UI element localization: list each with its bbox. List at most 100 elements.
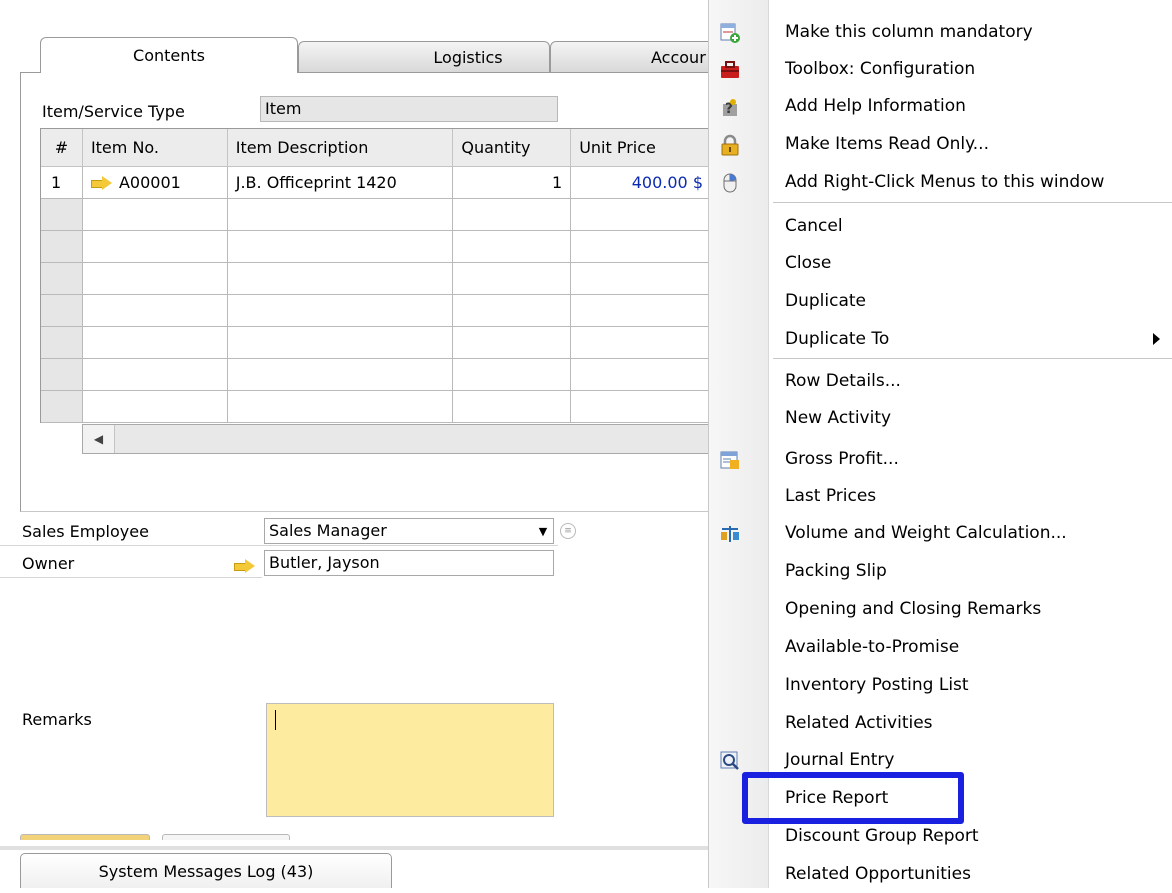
quantity-cell[interactable] [453, 391, 572, 423]
menu-item-toolbox-configuration[interactable]: Toolbox: Configuration [709, 50, 1172, 88]
quantity-cell[interactable] [453, 231, 572, 263]
list-icon[interactable]: ≡ [560, 523, 576, 539]
menu-item-journal-entry[interactable]: Journal Entry [709, 741, 1172, 779]
description-cell[interactable] [227, 391, 454, 423]
gross-profit-icon [720, 451, 739, 469]
menu-item-make-items-read-only[interactable]: Make Items Read Only... [709, 125, 1172, 163]
unit-price-cell[interactable] [571, 263, 712, 295]
sales-document-form: Contents Logistics Accour Item/Service T… [0, 0, 720, 888]
add-button-partial[interactable] [20, 834, 150, 840]
col-header-unit-price[interactable]: Unit Price [571, 129, 712, 167]
row-number [41, 359, 83, 391]
item-no-cell[interactable] [82, 295, 228, 327]
tab-logistics[interactable]: Logistics [298, 41, 550, 73]
table-row[interactable] [41, 295, 712, 327]
menu-item-label: Duplicate [785, 291, 866, 311]
link-arrow-icon[interactable] [234, 559, 256, 573]
menu-item-related-activities[interactable]: Related Activities [709, 704, 1172, 742]
remarks-label: Remarks [22, 710, 92, 729]
col-header-description[interactable]: Item Description [227, 129, 454, 167]
link-arrow-icon[interactable] [90, 175, 113, 190]
item-no-cell[interactable] [82, 359, 228, 391]
item-service-type-value: Item [265, 99, 302, 118]
unit-price-cell[interactable] [571, 327, 712, 359]
menu-item-opening-closing-remarks[interactable]: Opening and Closing Remarks [709, 590, 1172, 628]
description-cell[interactable]: J.B. Officeprint 1420 [227, 167, 454, 199]
unit-price-cell[interactable] [571, 391, 712, 423]
system-messages-log-tab[interactable]: System Messages Log (43) [20, 853, 392, 888]
menu-item-add-right-click-menus[interactable]: Add Right-Click Menus to this window [709, 163, 1172, 201]
item-no-cell[interactable] [82, 231, 228, 263]
table-row[interactable] [41, 263, 712, 295]
submenu-arrow-icon [1153, 333, 1160, 345]
item-service-type-field[interactable]: Item [260, 96, 558, 122]
quantity-cell[interactable] [453, 199, 572, 231]
row-number [41, 199, 83, 231]
description-cell[interactable] [227, 295, 454, 327]
item-no-cell[interactable] [82, 391, 228, 423]
item-no-cell[interactable] [82, 327, 228, 359]
quantity-cell[interactable] [453, 295, 572, 327]
menu-item-packing-slip[interactable]: Packing Slip [709, 552, 1172, 590]
col-header-quantity[interactable]: Quantity [453, 129, 572, 167]
unit-price-cell[interactable] [571, 231, 712, 263]
menu-item-label: Packing Slip [785, 561, 887, 581]
menu-item-available-to-promise[interactable]: Available-to-Promise [709, 628, 1172, 666]
menu-item-label: New Activity [785, 408, 892, 428]
menu-item-price-report[interactable]: Price Report [709, 779, 1172, 817]
menu-item-add-help-information[interactable]: ? Add Help Information [709, 87, 1172, 125]
col-header-item-no[interactable]: Item No. [82, 129, 228, 167]
quantity-cell[interactable] [453, 263, 572, 295]
menu-item-label: Inventory Posting List [785, 675, 969, 695]
menu-item-inventory-posting-list[interactable]: Inventory Posting List [709, 666, 1172, 704]
unit-price-cell[interactable] [571, 295, 712, 327]
menu-item-label: Volume and Weight Calculation... [785, 523, 1067, 543]
item-no-cell[interactable] [82, 199, 228, 231]
menu-item-last-prices[interactable]: Last Prices [709, 477, 1172, 515]
item-no-cell[interactable] [82, 263, 228, 295]
quantity-cell[interactable] [453, 359, 572, 391]
menu-item-label: Price Report [785, 788, 889, 808]
description-cell[interactable] [227, 231, 454, 263]
scroll-left-button[interactable]: ◀ [83, 425, 115, 453]
table-row[interactable] [41, 359, 712, 391]
menu-item-duplicate[interactable]: Duplicate [709, 282, 1172, 320]
menu-item-new-activity[interactable]: New Activity [709, 399, 1172, 437]
menu-item-discount-group-report[interactable]: Discount Group Report [709, 817, 1172, 855]
item-no-cell[interactable]: A00001 [82, 167, 228, 199]
sales-employee-select[interactable]: Sales Manager ▼ [264, 518, 554, 544]
cancel-button-partial[interactable] [162, 834, 290, 840]
unit-price-cell[interactable] [571, 199, 712, 231]
unit-price-cell[interactable] [571, 359, 712, 391]
menu-item-gross-profit[interactable]: Gross Profit... [709, 440, 1172, 478]
menu-item-related-opportunities[interactable]: Related Opportunities [709, 855, 1172, 893]
table-row[interactable] [41, 199, 712, 231]
quantity-cell[interactable]: 1 [453, 167, 572, 199]
description-cell[interactable] [227, 263, 454, 295]
menu-item-volume-weight-calculation[interactable]: Volume and Weight Calculation... [709, 514, 1172, 552]
owner-value: Butler, Jayson [269, 553, 380, 572]
menu-item-duplicate-to[interactable]: Duplicate To [709, 320, 1172, 358]
horizontal-scrollbar[interactable]: ◀ [82, 424, 712, 454]
description-cell[interactable] [227, 327, 454, 359]
menu-item-close[interactable]: Close [709, 244, 1172, 282]
menu-item-row-details[interactable]: Row Details... [709, 362, 1172, 400]
remarks-textarea[interactable] [266, 703, 554, 817]
tab-contents[interactable]: Contents [40, 37, 298, 73]
description-cell[interactable] [227, 359, 454, 391]
col-header-number[interactable]: # [41, 129, 83, 167]
table-header: # Item No. Item Description Quantity Uni… [41, 129, 712, 167]
table-row[interactable] [41, 327, 712, 359]
menu-item-make-column-mandatory[interactable]: Make this column mandatory [709, 13, 1172, 51]
text-caret [275, 710, 276, 730]
unit-price-cell[interactable]: 400.00 $ [571, 167, 712, 199]
quantity-cell[interactable] [453, 327, 572, 359]
table-row[interactable] [41, 391, 712, 423]
dropdown-arrow-icon[interactable]: ▼ [533, 519, 553, 543]
description-cell[interactable] [227, 199, 454, 231]
owner-field[interactable]: Butler, Jayson [264, 550, 554, 576]
table-row[interactable] [41, 231, 712, 263]
menu-item-cancel[interactable]: Cancel [709, 207, 1172, 245]
table-row[interactable]: 1 A00001 J.B. Officeprint 1420 1 400.00 … [41, 167, 712, 199]
tab-accounting[interactable]: Accour [550, 41, 720, 73]
